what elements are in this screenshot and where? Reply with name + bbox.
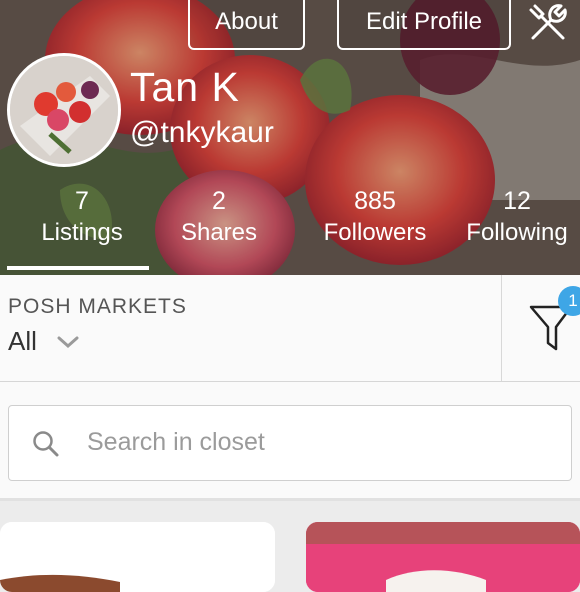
avatar[interactable] xyxy=(7,53,121,167)
search-icon xyxy=(33,431,59,457)
filter-bar: POSH MARKETS All 1 xyxy=(0,275,580,382)
tools-icon[interactable] xyxy=(527,0,571,44)
stat-value: 12 xyxy=(503,187,531,215)
posh-markets-title: POSH MARKETS xyxy=(8,295,187,318)
filter-count-badge: 1 xyxy=(558,286,580,316)
stat-value: 7 xyxy=(75,187,89,215)
avatar-photo xyxy=(10,56,118,164)
listing-image xyxy=(306,522,580,592)
profile-handle: @tnkykaur xyxy=(130,116,274,149)
stat-value: 2 xyxy=(212,187,226,215)
stat-following[interactable]: 12 Following xyxy=(460,186,574,250)
search-input[interactable]: Search in closet xyxy=(8,405,572,481)
stat-label: Shares xyxy=(180,219,258,246)
stat-label: Listings xyxy=(41,219,123,246)
stat-listings[interactable]: 7 Listings xyxy=(38,186,126,250)
posh-markets-value: All xyxy=(8,326,37,356)
edit-profile-button[interactable]: Edit Profile xyxy=(337,0,511,50)
stat-followers[interactable]: 885 Followers xyxy=(318,186,432,250)
about-button[interactable]: About xyxy=(188,0,305,50)
search-placeholder: Search in closet xyxy=(87,428,265,456)
stat-label: Followers xyxy=(323,219,427,246)
stat-value: 885 xyxy=(354,187,396,215)
stat-label: Following xyxy=(466,219,568,246)
posh-markets-select[interactable]: All xyxy=(8,326,79,357)
stat-shares[interactable]: 2 Shares xyxy=(178,186,260,250)
profile-cover: About Edit Profile Tan K @tnkykaur 7 Lis… xyxy=(0,0,580,275)
chevron-down-icon xyxy=(57,336,79,348)
profile-name: Tan K xyxy=(130,64,240,110)
listing-card[interactable] xyxy=(306,522,580,592)
listing-image xyxy=(0,522,275,592)
active-tab-indicator xyxy=(7,266,149,270)
search-section: Search in closet xyxy=(0,382,580,501)
listing-card[interactable] xyxy=(0,522,275,592)
divider xyxy=(501,275,502,381)
